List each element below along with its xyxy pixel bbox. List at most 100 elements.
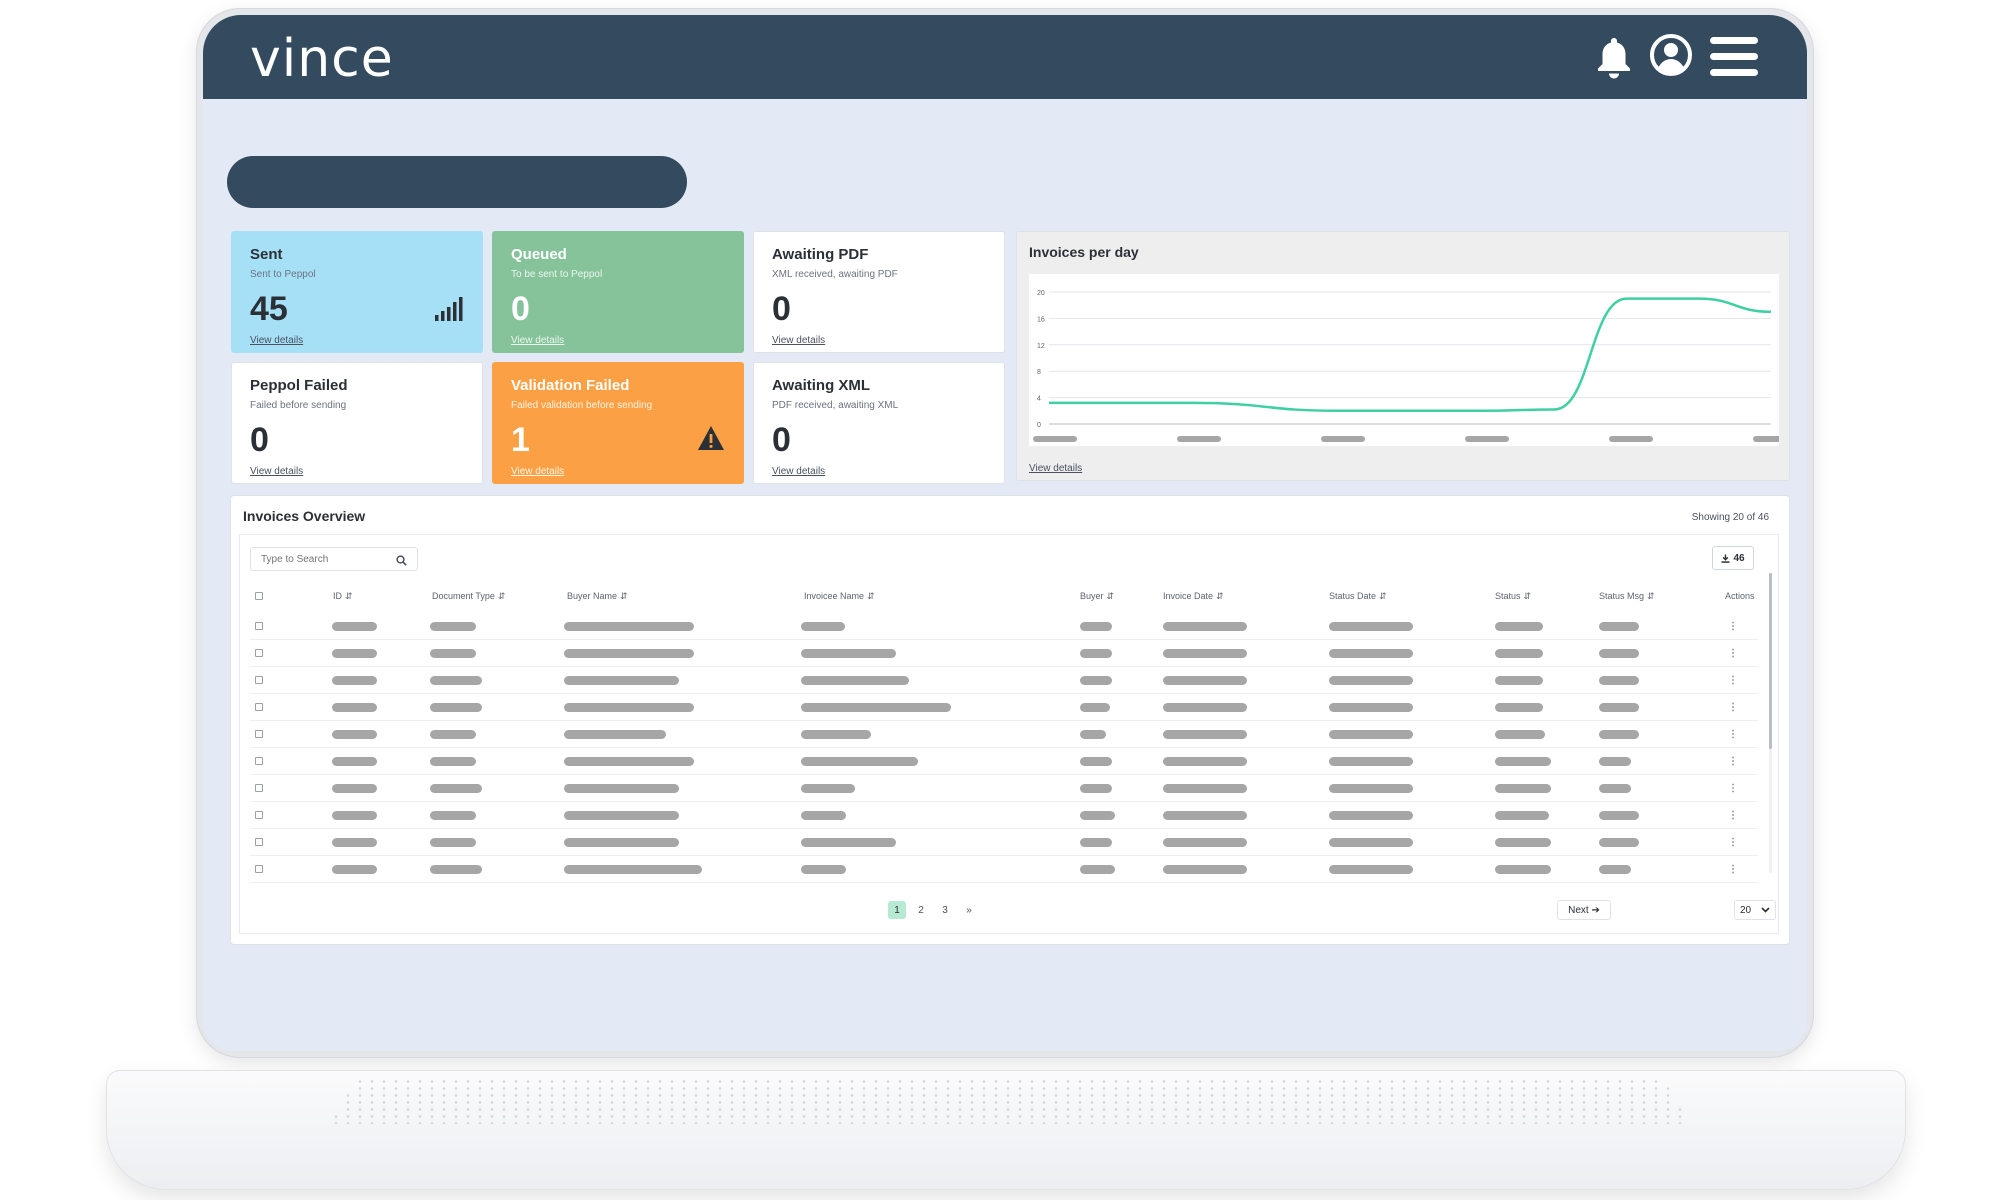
row-actions-icon[interactable]: ⋮ bbox=[1728, 702, 1738, 713]
table-row[interactable]: ⋮ bbox=[250, 721, 1758, 748]
row-checkbox[interactable] bbox=[255, 730, 263, 738]
x-tick-label-placeholder bbox=[1753, 436, 1797, 442]
view-details-link[interactable]: View details bbox=[772, 466, 825, 477]
column-header-document-type[interactable]: Document Type ⇵ bbox=[432, 591, 505, 602]
column-header-actions[interactable]: Actions bbox=[1725, 591, 1755, 601]
app-logo[interactable]: vince bbox=[250, 29, 394, 89]
x-tick-label-placeholder bbox=[1609, 436, 1653, 442]
row-checkbox[interactable] bbox=[255, 865, 263, 873]
row-actions-icon[interactable]: ⋮ bbox=[1728, 783, 1738, 794]
page-3-button[interactable]: 3 bbox=[936, 901, 954, 919]
x-tick-label-placeholder bbox=[1321, 436, 1365, 442]
row-actions-icon[interactable]: ⋮ bbox=[1728, 756, 1738, 767]
column-header-id[interactable]: ID ⇵ bbox=[333, 591, 353, 602]
sort-icon[interactable]: ⇵ bbox=[345, 591, 353, 601]
y-tick-label: 0 bbox=[1037, 422, 1041, 429]
table-row[interactable]: ⋮ bbox=[250, 613, 1758, 640]
view-details-link[interactable]: View details bbox=[511, 466, 564, 477]
bell-icon[interactable] bbox=[1595, 35, 1633, 79]
next-button[interactable]: Next ➔ bbox=[1557, 900, 1611, 920]
redacted-cell-placeholder bbox=[1329, 703, 1413, 712]
x-tick-label-placeholder bbox=[1177, 436, 1221, 442]
y-tick-label: 16 bbox=[1037, 316, 1045, 323]
card-sent[interactable]: Sent Sent to Peppol 45 View details bbox=[231, 231, 483, 353]
row-actions-icon[interactable]: ⋮ bbox=[1728, 837, 1738, 848]
row-actions-icon[interactable]: ⋮ bbox=[1728, 648, 1738, 659]
row-checkbox[interactable] bbox=[255, 838, 263, 846]
sort-icon[interactable]: ⇵ bbox=[1647, 591, 1655, 601]
table-row[interactable]: ⋮ bbox=[250, 802, 1758, 829]
user-account-icon[interactable] bbox=[1649, 33, 1693, 77]
table-row[interactable]: ⋮ bbox=[250, 640, 1758, 667]
view-details-link[interactable]: View details bbox=[772, 335, 825, 346]
card-queued[interactable]: Queued To be sent to Peppol 0 View detai… bbox=[492, 231, 744, 353]
table-row[interactable]: ⋮ bbox=[250, 694, 1758, 721]
sort-icon[interactable]: ⇵ bbox=[867, 591, 875, 601]
page-2-button[interactable]: 2 bbox=[912, 901, 930, 919]
table-row[interactable]: ⋮ bbox=[250, 748, 1758, 775]
row-actions-icon[interactable]: ⋮ bbox=[1728, 621, 1738, 632]
column-header-invoice-date[interactable]: Invoice Date ⇵ bbox=[1163, 591, 1224, 602]
row-actions-icon[interactable]: ⋮ bbox=[1728, 810, 1738, 821]
row-checkbox[interactable] bbox=[255, 622, 263, 630]
sort-icon[interactable]: ⇵ bbox=[1216, 591, 1224, 601]
row-actions-icon[interactable]: ⋮ bbox=[1728, 675, 1738, 686]
card-subtitle: Sent to Peppol bbox=[250, 269, 316, 280]
card-subtitle: XML received, awaiting PDF bbox=[772, 269, 898, 280]
view-details-link[interactable]: View details bbox=[511, 335, 564, 346]
select-all-checkbox[interactable] bbox=[255, 592, 263, 600]
sort-icon[interactable]: ⇵ bbox=[1107, 591, 1115, 601]
row-actions-icon[interactable]: ⋮ bbox=[1728, 864, 1738, 875]
sort-icon[interactable]: ⇵ bbox=[1524, 591, 1532, 601]
card-subtitle: Failed validation before sending bbox=[511, 400, 653, 411]
hamburger-menu-icon[interactable] bbox=[1710, 36, 1758, 78]
row-actions-icon[interactable]: ⋮ bbox=[1728, 729, 1738, 740]
scrollbar-thumb[interactable] bbox=[1769, 573, 1772, 749]
view-details-link[interactable]: View details bbox=[250, 466, 303, 477]
view-details-link[interactable]: View details bbox=[250, 335, 303, 346]
card-title: Queued bbox=[511, 246, 567, 263]
card-title: Awaiting PDF bbox=[772, 246, 869, 263]
column-header-status[interactable]: Status ⇵ bbox=[1495, 591, 1531, 602]
redacted-cell-placeholder bbox=[1163, 622, 1247, 631]
sort-icon[interactable]: ⇵ bbox=[1379, 591, 1387, 601]
row-checkbox[interactable] bbox=[255, 676, 263, 684]
invoices-overview-card: Invoices Overview Showing 20 of 46 46 ID… bbox=[230, 495, 1790, 945]
card-validation-failed[interactable]: Validation Failed Failed validation befo… bbox=[492, 362, 744, 484]
card-awaiting-pdf[interactable]: Awaiting PDF XML received, awaiting PDF … bbox=[753, 231, 1005, 353]
invoices-per-day-chart-card: Invoices per day 20 16 12 8 4 0 View details bbox=[1016, 231, 1797, 481]
invoices-table-panel: 46 ID⇵ Document Type⇵ Buyer Name⇵ Invoicee … bbox=[239, 534, 1779, 934]
table-row[interactable]: ⋮ bbox=[250, 775, 1758, 802]
redacted-cell-placeholder bbox=[564, 784, 679, 793]
row-checkbox[interactable] bbox=[255, 703, 263, 711]
row-checkbox[interactable] bbox=[255, 649, 263, 657]
search-input[interactable] bbox=[250, 547, 418, 571]
page-1-button[interactable]: 1 bbox=[888, 901, 906, 919]
sort-icon[interactable]: ⇵ bbox=[498, 591, 506, 601]
row-checkbox[interactable] bbox=[255, 784, 263, 792]
card-awaiting-xml[interactable]: Awaiting XML PDF received, awaiting XML … bbox=[753, 362, 1005, 484]
sort-icon[interactable]: ⇵ bbox=[620, 591, 628, 601]
table-row[interactable]: ⋮ bbox=[250, 667, 1758, 694]
column-header-status-date[interactable]: Status Date ⇵ bbox=[1329, 591, 1387, 602]
redacted-cell-placeholder bbox=[1495, 784, 1551, 793]
next-page-arrow[interactable]: » bbox=[960, 901, 978, 919]
column-header-invoicee-name[interactable]: Invoicee Name ⇵ bbox=[804, 591, 875, 602]
column-header-buyer[interactable]: Buyer ⇵ bbox=[1080, 591, 1114, 602]
row-checkbox[interactable] bbox=[255, 811, 263, 819]
table-row[interactable]: ⋮ bbox=[250, 829, 1758, 856]
per-page-select[interactable]: 20 bbox=[1734, 900, 1776, 920]
table-row[interactable]: ⋮ bbox=[250, 856, 1758, 883]
search-icon[interactable] bbox=[396, 553, 407, 571]
redacted-cell-placeholder bbox=[1599, 784, 1631, 793]
row-checkbox[interactable] bbox=[255, 757, 263, 765]
table-scrollbar[interactable] bbox=[1769, 573, 1772, 873]
chart-view-details-link[interactable]: View details bbox=[1029, 463, 1082, 474]
column-header-status-msg[interactable]: Status Msg ⇵ bbox=[1599, 591, 1655, 602]
redacted-cell-placeholder bbox=[1599, 865, 1631, 874]
export-button[interactable]: 46 bbox=[1712, 546, 1754, 570]
card-peppol-failed[interactable]: Peppol Failed Failed before sending 0 Vi… bbox=[231, 362, 483, 484]
series-line bbox=[1048, 297, 1772, 413]
redacted-cell-placeholder bbox=[1080, 865, 1115, 874]
column-header-buyer-name[interactable]: Buyer Name ⇵ bbox=[567, 591, 628, 602]
